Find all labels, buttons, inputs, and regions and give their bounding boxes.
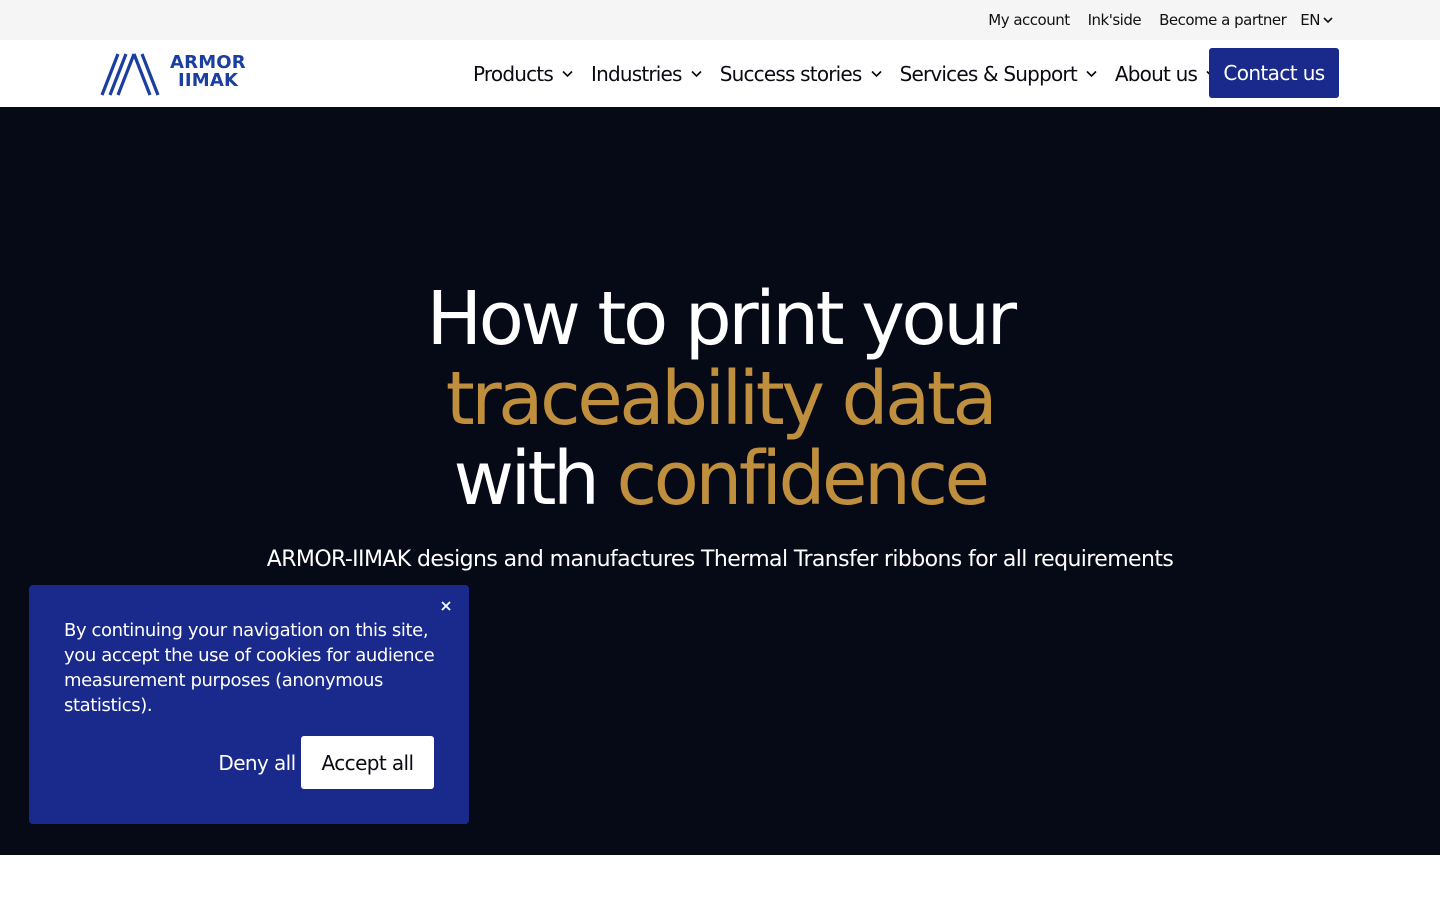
hero-line-3-word: with	[453, 436, 600, 522]
main-navbar: ARMOR IIMAK Products Industries Success …	[0, 40, 1440, 107]
chevron-down-icon	[562, 70, 573, 78]
inkside-link[interactable]: Ink'side	[1088, 11, 1142, 29]
nav-products-label: Products	[473, 61, 554, 86]
primary-menu: Products Industries Success stories Serv…	[473, 40, 1218, 107]
nav-services-support[interactable]: Services & Support	[900, 62, 1098, 86]
utility-links: My account Ink'side Become a partner EN	[988, 0, 1334, 40]
chevron-down-icon	[870, 70, 882, 78]
hero-line-3-highlight: confidence	[616, 436, 990, 522]
chevron-down-icon	[1323, 17, 1333, 24]
contact-us-button[interactable]: Contact us	[1209, 48, 1339, 98]
accept-all-button[interactable]: Accept all	[301, 736, 434, 789]
nav-services-support-label: Services & Support	[899, 61, 1078, 86]
cookie-consent-banner: By continuing your navigation on this si…	[29, 585, 469, 824]
hero-line-1: How to print your	[426, 276, 1017, 362]
nav-products[interactable]: Products	[473, 62, 574, 86]
chevron-down-icon	[691, 70, 702, 78]
hero-line-2-highlight: traceability data	[445, 356, 998, 442]
deny-all-button[interactable]: Deny all	[207, 737, 307, 789]
nav-about-us[interactable]: About us	[1115, 62, 1218, 86]
nav-industries[interactable]: Industries	[591, 62, 703, 86]
cookie-close-button[interactable]	[437, 597, 455, 615]
logo-wordmark: ARMOR IIMAK	[170, 54, 246, 90]
chevron-down-icon	[1086, 70, 1097, 78]
hero-headline: How to print your traceability data with…	[0, 279, 1440, 519]
nav-success-stories-label: Success stories	[719, 61, 863, 86]
logo-line-2: IIMAK	[178, 70, 239, 91]
nav-industries-label: Industries	[590, 61, 683, 86]
close-icon	[441, 601, 451, 611]
my-account-link[interactable]: My account	[988, 11, 1070, 29]
become-partner-link[interactable]: Become a partner	[1159, 11, 1287, 29]
hero-subtitle: ARMOR-IIMAK designs and manufactures The…	[266, 547, 1174, 572]
armor-iimak-logo[interactable]: ARMOR IIMAK	[100, 51, 262, 97]
nav-success-stories[interactable]: Success stories	[720, 62, 883, 86]
nav-about-us-label: About us	[1114, 61, 1198, 86]
utility-bar: My account Ink'side Become a partner EN	[0, 0, 1440, 40]
language-selector[interactable]: EN	[1300, 11, 1334, 29]
logo-mark-icon	[100, 53, 160, 96]
cookie-message: By continuing your navigation on this si…	[64, 620, 435, 716]
language-label: EN	[1300, 11, 1320, 29]
